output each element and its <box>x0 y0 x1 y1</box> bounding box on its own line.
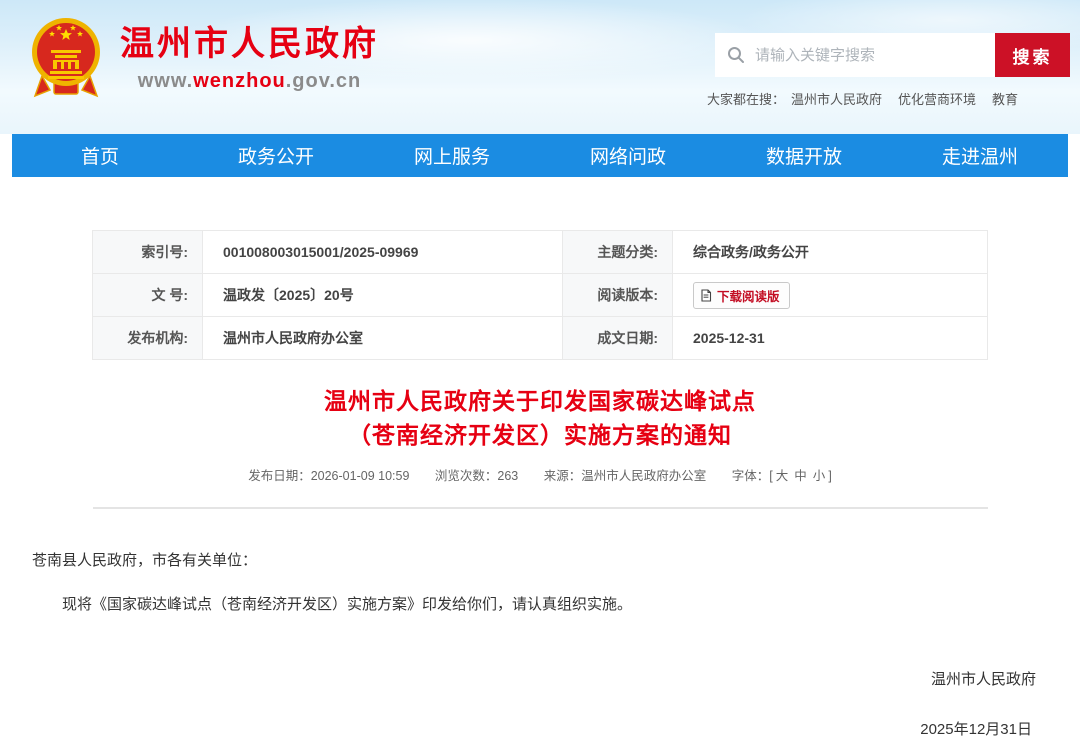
hot-search-link-3[interactable]: 教育 <box>992 92 1018 107</box>
search-box[interactable] <box>715 33 995 77</box>
source: 来源：温州市人民政府办公室 <box>544 469 707 483</box>
publish-date-value: 2026-01-09 10:59 <box>311 469 410 483</box>
table-row: 文 号: 温政发〔2025〕20号 阅读版本: 下载阅读版 <box>93 274 988 317</box>
download-reading-version-label: 下载阅读版 <box>717 286 780 305</box>
table-row: 索引号: 001008003015001/2025-09969 主题分类: 综合… <box>93 231 988 274</box>
topic-category-label: 主题分类: <box>563 231 673 274</box>
page-title: 温州市人民政府关于印发国家碳达峰试点 （苍南经济开发区）实施方案的通知 <box>0 384 1080 452</box>
doc-number-label: 文 号: <box>93 274 203 317</box>
page-title-line1: 温州市人民政府关于印发国家碳达峰试点 <box>0 384 1080 418</box>
search-input[interactable] <box>745 33 995 77</box>
font-size-label: 字体： <box>732 469 770 483</box>
search-button[interactable]: 搜索 <box>995 33 1070 77</box>
written-date-label: 成文日期: <box>563 317 673 360</box>
font-bracket-close: ] <box>828 469 831 483</box>
issuing-agency-label: 发布机构: <box>93 317 203 360</box>
search-icon <box>727 46 745 64</box>
font-size-control: 字体：[ 大中小] <box>732 469 832 483</box>
nav-item-open-data[interactable]: 数据开放 <box>716 134 892 177</box>
source-value: 温州市人民政府办公室 <box>581 469 706 483</box>
url-prefix: www. <box>138 70 193 92</box>
publish-date: 发布日期：2026-01-09 10:59 <box>248 469 409 483</box>
view-count: 浏览次数：263 <box>435 469 518 483</box>
site-brand[interactable]: 温州市人民政府 www.wenzhou.gov.cn <box>26 16 379 104</box>
font-bracket-open: [ <box>769 469 772 483</box>
nav-item-online-politics[interactable]: 网络问政 <box>540 134 716 177</box>
search-bar: 搜索 <box>715 33 1070 77</box>
main-nav: 首页 政务公开 网上服务 网络问政 数据开放 走进温州 <box>12 134 1068 177</box>
source-label: 来源： <box>544 469 582 483</box>
doc-info-table: 索引号: 001008003015001/2025-09969 主题分类: 综合… <box>92 230 988 360</box>
site-title: 温州市人民政府 <box>120 26 379 62</box>
nav-item-gov-info[interactable]: 政务公开 <box>188 134 364 177</box>
index-number-label: 索引号: <box>93 231 203 274</box>
url-main: wenzhou <box>193 70 286 92</box>
signer: 温州市人民政府 <box>32 669 1044 692</box>
nav-item-home[interactable]: 首页 <box>12 134 188 177</box>
page-title-line2: （苍南经济开发区）实施方案的通知 <box>0 418 1080 452</box>
view-count-label: 浏览次数： <box>435 469 498 483</box>
hot-search-link-1[interactable]: 温州市人民政府 <box>791 92 882 107</box>
publish-date-label: 发布日期： <box>248 469 311 483</box>
body-paragraph: 现将《国家碳达峰试点（苍南经济开发区）实施方案》印发给你们，请认真组织实施。 <box>32 594 1044 617</box>
font-size-medium[interactable]: 中 <box>794 469 807 483</box>
sign-date: 2025年12月31日 <box>32 719 1044 742</box>
download-reader-icon <box>700 289 712 302</box>
nav-item-online-services[interactable]: 网上服务 <box>364 134 540 177</box>
site-url: www.wenzhou.gov.cn <box>120 70 379 93</box>
issuing-agency-value: 温州市人民政府办公室 <box>203 317 563 360</box>
hot-search-row: 大家都在搜： 温州市人民政府 优化营商环境 教育 <box>707 89 1018 108</box>
title-divider <box>93 507 988 509</box>
view-count-value: 263 <box>497 469 518 483</box>
hot-search-label: 大家都在搜： <box>707 92 785 107</box>
url-suffix: .gov.cn <box>286 70 362 92</box>
reading-version-cell: 下载阅读版 <box>673 274 988 317</box>
topic-category-value: 综合政务/政务公开 <box>673 231 988 274</box>
national-emblem-logo <box>26 16 106 104</box>
download-reading-version-button[interactable]: 下载阅读版 <box>693 282 790 309</box>
index-number-value: 001008003015001/2025-09969 <box>203 231 563 274</box>
nav-item-about-wenzhou[interactable]: 走进温州 <box>892 134 1068 177</box>
salutation: 苍南县人民政府，市各有关单位： <box>32 550 1044 573</box>
doc-meta-row: 发布日期：2026-01-09 10:59 浏览次数：263 来源：温州市人民政… <box>0 465 1080 484</box>
font-size-small[interactable]: 小 <box>813 469 826 483</box>
written-date-value: 2025-12-31 <box>673 317 988 360</box>
table-row: 发布机构: 温州市人民政府办公室 成文日期: 2025-12-31 <box>93 317 988 360</box>
reading-version-label: 阅读版本: <box>563 274 673 317</box>
article-body: 苍南县人民政府，市各有关单位： 现将《国家碳达峰试点（苍南经济开发区）实施方案》… <box>0 550 1080 753</box>
site-header: 温州市人民政府 www.wenzhou.gov.cn 搜索 大家都在搜： 温州市人… <box>0 0 1080 134</box>
hot-search-link-2[interactable]: 优化营商环境 <box>898 92 976 107</box>
doc-number-value: 温政发〔2025〕20号 <box>203 274 563 317</box>
font-size-large[interactable]: 大 <box>776 469 789 483</box>
